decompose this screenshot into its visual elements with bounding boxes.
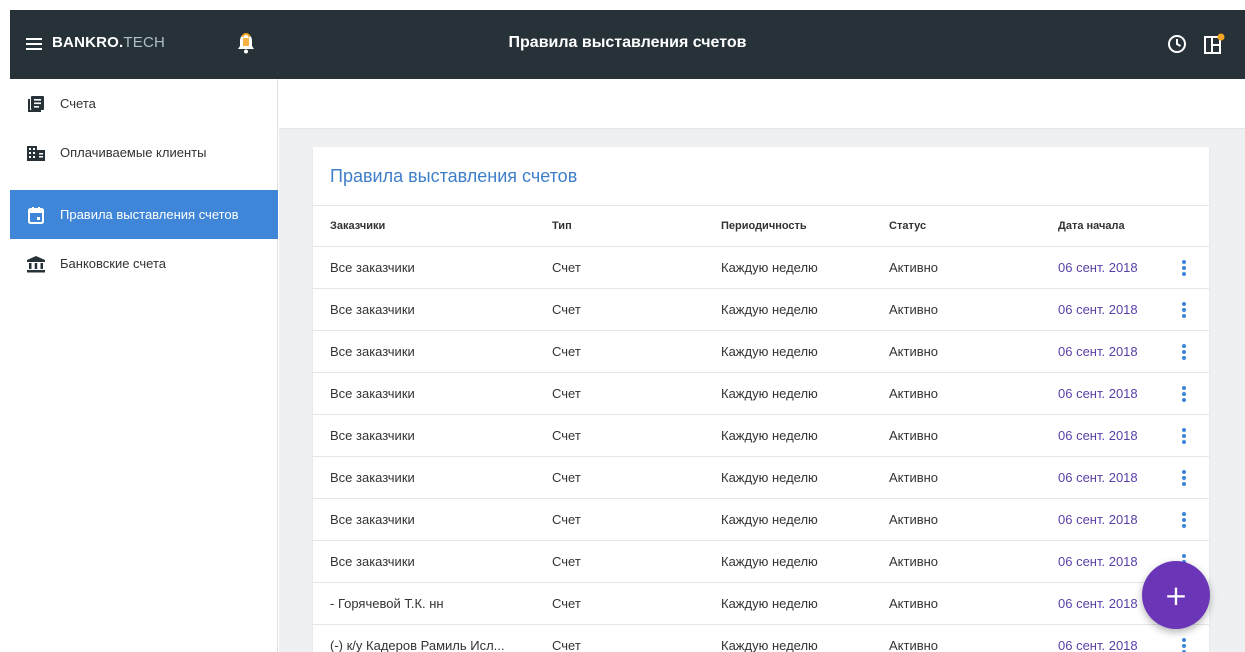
table-row[interactable]: Все заказчики Счет Каждую неделю Активно 06 …	[313, 331, 1209, 373]
cell-status: Активно	[889, 344, 939, 359]
sidebar: Счета Оплачиваемые клиенты Правила выста…	[10, 79, 278, 652]
table-row[interactable]: (-) к/у Кадеров Рамиль Исл... Счет Каждую …	[313, 625, 1209, 652]
cell-periodicity: Каждую неделю	[721, 260, 818, 275]
column-header-start-date[interactable]: Дата начала	[1058, 206, 1125, 246]
more-vert-icon[interactable]	[1179, 469, 1189, 487]
cell-type: Счет	[552, 512, 581, 527]
app-window: BANKRO.TECH Правила выставления счетов С…	[10, 10, 1245, 652]
cell-type: Счет	[552, 386, 581, 401]
table-row[interactable]: Все заказчики Счет Каждую неделю Активно 06 …	[313, 541, 1209, 583]
add-rule-button[interactable]: +	[1142, 561, 1210, 629]
main-content: Правила выставления счетов Заказчики Тип…	[279, 129, 1245, 652]
cell-start-date: 06 сент. 2018	[1058, 302, 1138, 317]
toolbar-area	[279, 79, 1245, 129]
cell-status: Активно	[889, 512, 939, 527]
sidebar-item-label: Банковские счета	[60, 256, 167, 271]
table-row[interactable]: Все заказчики Счет Каждую неделю Активно 06 …	[313, 499, 1209, 541]
cell-customer: Все заказчики	[330, 554, 415, 569]
cell-status: Активно	[889, 260, 939, 275]
clock-icon[interactable]	[1167, 34, 1187, 54]
cell-customer: Все заказчики	[330, 512, 415, 527]
cell-start-date: 06 сент. 2018	[1058, 470, 1138, 485]
cell-periodicity: Каждую неделю	[721, 302, 818, 317]
cell-start-date: 06 сент. 2018	[1058, 428, 1138, 443]
cell-customer: Все заказчики	[330, 428, 415, 443]
invoices-icon	[26, 94, 46, 114]
cell-type: Счет	[552, 470, 581, 485]
rules-card: Правила выставления счетов Заказчики Тип…	[313, 147, 1209, 652]
cell-status: Активно	[889, 638, 939, 652]
cell-status: Активно	[889, 596, 939, 611]
more-vert-icon[interactable]	[1179, 637, 1189, 652]
cell-periodicity: Каждую неделю	[721, 596, 818, 611]
more-vert-icon[interactable]	[1179, 385, 1189, 403]
table-row[interactable]: Все заказчики Счет Каждую неделю Активно 06 …	[313, 457, 1209, 499]
cell-customer: (-) к/у Кадеров Рамиль Исл...	[330, 638, 505, 652]
rules-table: Заказчики Тип Периодичность Статус Дата …	[313, 205, 1209, 652]
sidebar-item-bank-accounts[interactable]: Банковские счета	[10, 239, 278, 288]
cell-customer: Все заказчики	[330, 302, 415, 317]
sidebar-item-clients[interactable]: Оплачиваемые клиенты	[10, 128, 278, 177]
table-row[interactable]: Все заказчики Счет Каждую неделю Активно 06 …	[313, 415, 1209, 457]
calendar-icon	[26, 205, 46, 225]
more-vert-icon[interactable]	[1179, 511, 1189, 529]
more-vert-icon[interactable]	[1179, 301, 1189, 319]
cell-status: Активно	[889, 554, 939, 569]
table-body: Все заказчики Счет Каждую неделю Активно 06 …	[313, 247, 1209, 652]
table-row[interactable]: - Горячевой Т.К. нн Счет Каждую неделю Акти…	[313, 583, 1209, 625]
more-vert-icon[interactable]	[1179, 427, 1189, 445]
sidebar-item-label: Счета	[60, 96, 96, 111]
cell-customer: Все заказчики	[330, 344, 415, 359]
sidebar-item-label: Оплачиваемые клиенты	[60, 145, 207, 160]
cell-customer: Все заказчики	[330, 260, 415, 275]
table-header: Заказчики Тип Периодичность Статус Дата …	[313, 205, 1209, 247]
app-header: BANKRO.TECH Правила выставления счетов	[10, 10, 1245, 79]
cell-type: Счет	[552, 554, 581, 569]
panel-icon[interactable]	[1203, 33, 1225, 55]
cell-periodicity: Каждую неделю	[721, 638, 818, 652]
cell-start-date: 06 сент. 2018	[1058, 554, 1138, 569]
cell-status: Активно	[889, 386, 939, 401]
cell-periodicity: Каждую неделю	[721, 512, 818, 527]
cell-type: Счет	[552, 428, 581, 443]
cell-type: Счет	[552, 302, 581, 317]
cell-start-date: 06 сент. 2018	[1058, 596, 1138, 611]
cell-status: Активно	[889, 302, 939, 317]
cell-customer: Все заказчики	[330, 386, 415, 401]
more-vert-icon[interactable]	[1179, 259, 1189, 277]
cell-periodicity: Каждую неделю	[721, 344, 818, 359]
cell-start-date: 06 сент. 2018	[1058, 386, 1138, 401]
cell-periodicity: Каждую неделю	[721, 386, 818, 401]
cell-type: Счет	[552, 260, 581, 275]
cell-start-date: 06 сент. 2018	[1058, 638, 1138, 652]
page-title: Правила выставления счетов	[508, 34, 747, 51]
cell-customer: - Горячевой Т.К. нн	[330, 596, 444, 611]
bank-icon	[26, 254, 46, 274]
cell-status: Активно	[889, 428, 939, 443]
cell-customer: Все заказчики	[330, 470, 415, 485]
cell-periodicity: Каждую неделю	[721, 470, 818, 485]
cell-type: Счет	[552, 638, 581, 652]
cell-start-date: 06 сент. 2018	[1058, 344, 1138, 359]
table-row[interactable]: Все заказчики Счет Каждую неделю Активно 06 …	[313, 289, 1209, 331]
cell-periodicity: Каждую неделю	[721, 428, 818, 443]
building-icon	[26, 143, 46, 163]
column-header-status[interactable]: Статус	[889, 206, 926, 246]
column-header-customers[interactable]: Заказчики	[330, 206, 385, 246]
cell-type: Счет	[552, 344, 581, 359]
cell-start-date: 06 сент. 2018	[1058, 512, 1138, 527]
cell-start-date: 06 сент. 2018	[1058, 260, 1138, 275]
cell-status: Активно	[889, 470, 939, 485]
column-header-type[interactable]: Тип	[552, 206, 572, 246]
cell-periodicity: Каждую неделю	[721, 554, 818, 569]
column-header-periodicity[interactable]: Периодичность	[721, 206, 807, 246]
table-row[interactable]: Все заказчики Счет Каждую неделю Активно 06 …	[313, 247, 1209, 289]
table-row[interactable]: Все заказчики Счет Каждую неделю Активно 06 …	[313, 373, 1209, 415]
cell-type: Счет	[552, 596, 581, 611]
sidebar-item-label: Правила выставления счетов	[60, 207, 239, 222]
sidebar-item-billing-rules[interactable]: Правила выставления счетов	[10, 190, 278, 239]
card-title: Правила выставления счетов	[330, 166, 578, 186]
more-vert-icon[interactable]	[1179, 343, 1189, 361]
sidebar-item-invoices[interactable]: Счета	[10, 79, 278, 128]
